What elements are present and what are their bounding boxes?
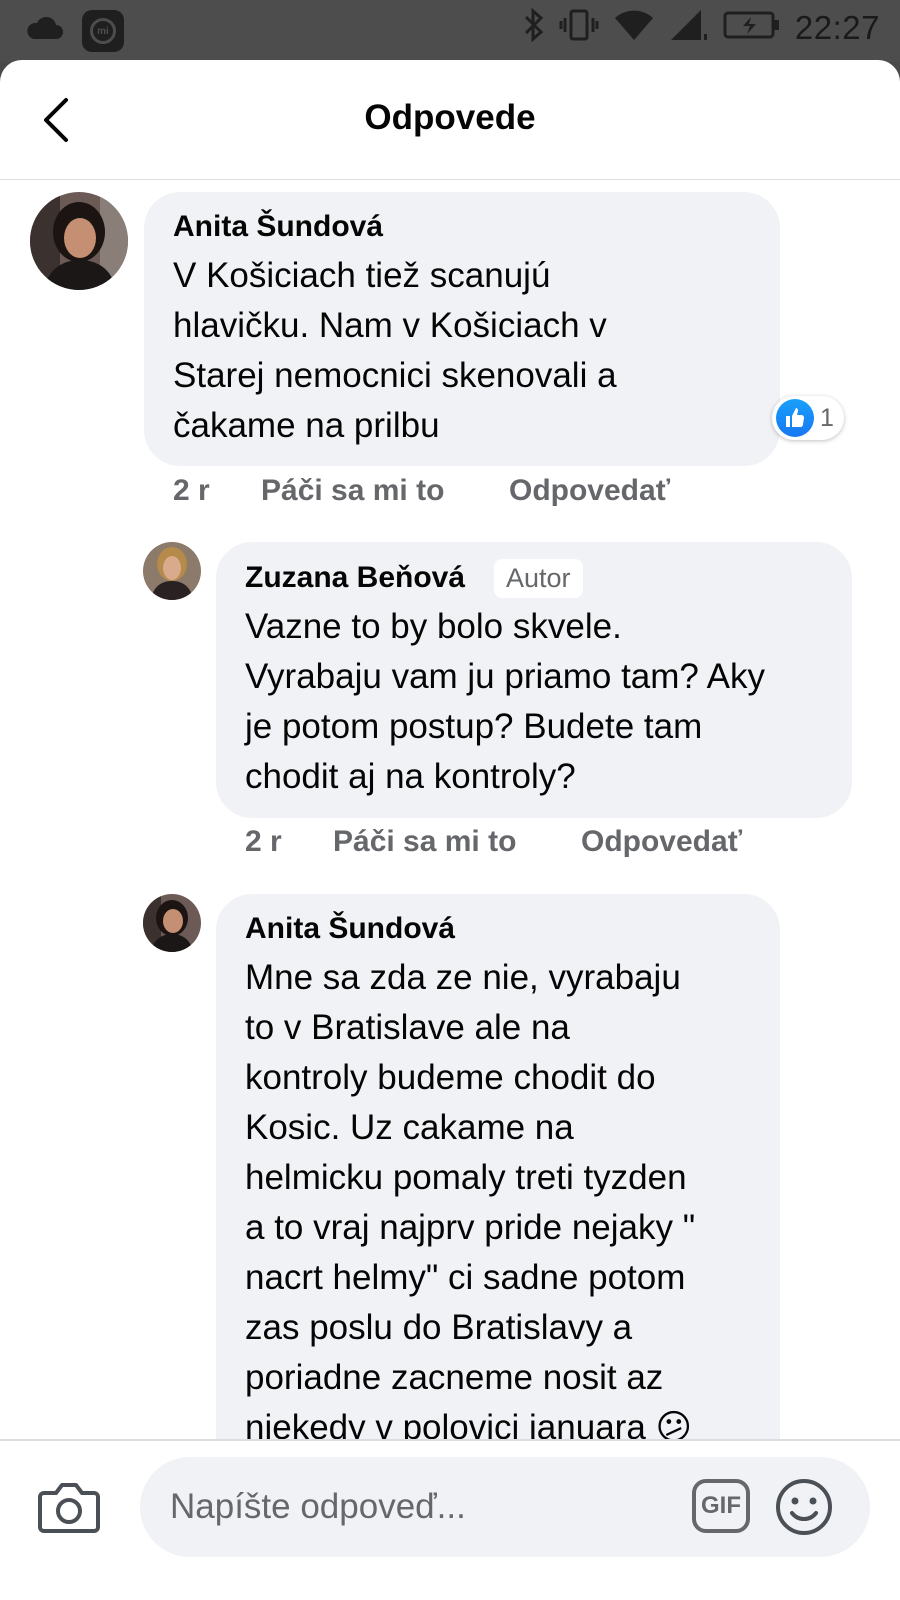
wifi-icon: [613, 8, 655, 47]
page-title: Odpovede: [364, 98, 536, 137]
reaction-count[interactable]: 1: [772, 396, 844, 440]
comment-author[interactable]: Anita Šundová: [173, 210, 383, 244]
comment-text-line: Mne sa zda ze nie, vyrabaju: [245, 958, 681, 997]
bluetooth-icon: [523, 7, 545, 47]
comment-text-line: to v Bratislave ale na: [245, 1008, 570, 1047]
like-icon: [776, 399, 814, 437]
signal-icon: [669, 8, 709, 47]
avatar-zuzana[interactable]: [143, 542, 201, 600]
mi-app-icon: mi: [82, 10, 124, 52]
comment-text-line: Vazne to by bolo skvele.: [245, 607, 622, 646]
reaction-count-value: 1: [820, 403, 834, 432]
reply-button[interactable]: Odpovedať: [509, 474, 670, 508]
header: Odpovede: [0, 60, 900, 180]
vibrate-icon: [559, 8, 599, 47]
status-bar: mi 22:27: [0, 0, 900, 62]
comment-author[interactable]: Anita Šundová: [245, 912, 455, 946]
gif-button[interactable]: GIF: [692, 1479, 750, 1533]
comment-text-line: poriadne zacneme nosit az: [245, 1358, 664, 1397]
replies-sheet: Odpovede Anita Šundová V Košiciach tiež …: [0, 60, 900, 1600]
comment-text-line: chodit aj na kontroly?: [245, 757, 576, 796]
avatar-anita[interactable]: [30, 192, 128, 290]
reply-button[interactable]: Odpovedať: [581, 825, 742, 859]
camera-icon: [38, 1483, 100, 1533]
author-badge: Autor: [494, 559, 583, 598]
comment-text-line: helmicku pomaly treti tyzden: [245, 1158, 687, 1197]
battery-charging-icon: [723, 10, 781, 45]
comment-author[interactable]: Zuzana Beňová: [245, 561, 465, 595]
gif-label: GIF: [701, 1492, 741, 1519]
comment-text-line: je potom postup? Budete tam: [245, 707, 703, 746]
reply-input-wrapper: GIF: [140, 1457, 870, 1557]
status-time: 22:27: [794, 8, 880, 46]
smiley-icon: [776, 1479, 832, 1535]
comment-text-line: hlavičku. Nam v Košiciach v: [173, 306, 607, 345]
comment-actions: 2 r Páči sa mi to Odpovedať: [245, 825, 742, 859]
comment-age: 2 r: [245, 825, 282, 858]
comment-text-line: Starej nemocnici skenovali a: [173, 356, 617, 395]
comment-text-line: V Košiciach tiež scanujú: [173, 256, 551, 295]
comment-text-line: Kosic. Uz cakame na: [245, 1108, 574, 1147]
like-button[interactable]: Páči sa mi to: [333, 825, 581, 859]
reply-input[interactable]: [170, 1457, 640, 1557]
like-button[interactable]: Páči sa mi to: [261, 474, 509, 508]
comment-text-line: kontroly budeme chodit do: [245, 1058, 656, 1097]
comment-actions: 2 r Páči sa mi to Odpovedať: [173, 474, 670, 508]
reply-composer: GIF: [0, 1439, 900, 1600]
comment-text-line: čakame na prilbu: [173, 406, 440, 445]
comment-age: 2 r: [173, 474, 210, 507]
emoji-button[interactable]: [774, 1477, 834, 1537]
avatar-anita[interactable]: [143, 894, 201, 952]
comment-text-line: Vyrabaju vam ju priamo tam? Aky: [245, 657, 766, 696]
camera-button[interactable]: [38, 1479, 100, 1541]
comment-text-line: nacrt helmy" ci sadne potom: [245, 1258, 686, 1297]
comment-text-line: zas poslu do Bratislavy a: [245, 1308, 633, 1347]
cloud-icon: [24, 16, 64, 46]
comment-text-line: a to vraj najprv pride nejaky ": [245, 1208, 696, 1247]
